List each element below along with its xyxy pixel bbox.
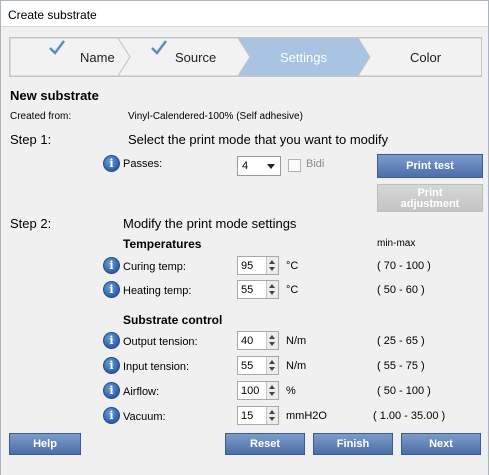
wizard-step-source-label: Source — [175, 50, 217, 65]
step2-label: Step 2: — [10, 216, 52, 231]
input-tension-value: 55 — [241, 360, 254, 372]
output-tension-label: Output tension: — [123, 336, 198, 348]
vacuum-value: 15 — [241, 410, 254, 422]
info-icon[interactable]: i — [103, 357, 120, 374]
wizard-step-settings-label: Settings — [280, 50, 327, 65]
heating-temp-stepper[interactable]: 55 — [237, 280, 279, 299]
wizard-step-name[interactable]: Name — [10, 38, 120, 76]
passes-select-value: 4 — [242, 160, 249, 172]
help-button[interactable]: Help — [9, 433, 81, 455]
input-tension-range: ( 55 - 75 ) — [377, 360, 425, 372]
airflow-range: ( 50 - 100 ) — [377, 385, 431, 397]
reset-button[interactable]: Reset — [225, 433, 305, 455]
window-title: Create substrate — [1, 1, 488, 27]
input-tension-label: Input tension: — [123, 361, 190, 373]
page-title: New substrate — [10, 88, 99, 103]
airflow-value: 100 — [241, 385, 260, 397]
curing-temp-range: ( 70 - 100 ) — [377, 260, 431, 272]
vacuum-label: Vacuum: — [123, 411, 166, 423]
chevron-down-icon — [267, 164, 275, 169]
spin-down-icon[interactable] — [269, 291, 275, 295]
wizard-step-name-label: Name — [80, 50, 115, 65]
created-from-value: Vinyl-Calendered-100% (Self adhesive) — [128, 111, 303, 122]
create-substrate-window: Create substrate Name Source Settings Co… — [0, 0, 489, 475]
spin-up-icon[interactable] — [269, 335, 275, 339]
bidi-checkbox[interactable] — [288, 159, 301, 172]
temperatures-heading: Temperatures — [123, 237, 202, 251]
passes-select[interactable]: 4 — [237, 156, 281, 176]
step1-instruction: Select the print mode that you want to m… — [128, 132, 389, 147]
spin-up-icon[interactable] — [269, 410, 275, 414]
substrate-control-heading: Substrate control — [123, 313, 223, 327]
spin-up-icon[interactable] — [269, 260, 275, 264]
curing-temp-value: 95 — [241, 260, 254, 272]
heating-temp-value: 55 — [241, 284, 254, 296]
wizard-steps: Name Source Settings Color — [9, 37, 482, 77]
spin-down-icon[interactable] — [269, 417, 275, 421]
heating-temp-range: ( 50 - 60 ) — [377, 284, 425, 296]
output-tension-stepper[interactable]: 40 — [237, 331, 279, 350]
output-tension-range: ( 25 - 65 ) — [377, 335, 425, 347]
checkmark-icon — [49, 40, 65, 55]
airflow-unit: % — [286, 385, 296, 397]
spin-up-icon[interactable] — [269, 360, 275, 364]
created-from-label: Created from: — [10, 111, 72, 122]
info-icon[interactable]: i — [103, 155, 120, 172]
input-tension-stepper[interactable]: 55 — [237, 356, 279, 375]
info-icon[interactable]: i — [103, 382, 120, 399]
wizard-step-color[interactable]: Color — [370, 38, 480, 76]
wizard-step-settings[interactable]: Settings — [250, 38, 360, 76]
airflow-label: Airflow: — [123, 386, 160, 398]
range-header: min-max — [377, 238, 416, 249]
spin-down-icon[interactable] — [269, 392, 275, 396]
spinner-buttons[interactable] — [266, 257, 278, 274]
print-adjustment-button: Print adjustment — [377, 184, 483, 212]
settings-panel: New substrate Created from: Vinyl-Calend… — [1, 79, 488, 475]
curing-temp-stepper[interactable]: 95 — [237, 256, 279, 275]
wizard-step-source[interactable]: Source — [130, 38, 240, 76]
spin-up-icon[interactable] — [269, 284, 275, 288]
vacuum-unit: mmH2O — [286, 410, 327, 422]
spin-down-icon[interactable] — [269, 267, 275, 271]
heating-temp-unit: °C — [286, 284, 299, 296]
spin-up-icon[interactable] — [269, 385, 275, 389]
info-icon[interactable]: i — [103, 407, 120, 424]
info-icon[interactable]: i — [103, 332, 120, 349]
airflow-stepper[interactable]: 100 — [237, 381, 279, 400]
print-test-button[interactable]: Print test — [377, 154, 483, 178]
spinner-buttons[interactable] — [266, 281, 278, 298]
next-button[interactable]: Next — [401, 433, 481, 455]
spinner-buttons[interactable] — [266, 407, 278, 424]
wizard-step-color-label: Color — [410, 50, 442, 65]
heating-temp-label: Heating temp: — [123, 285, 192, 297]
curing-temp-unit: °C — [286, 260, 299, 272]
print-adjustment-label-line2: adjustment — [400, 198, 460, 210]
spin-down-icon[interactable] — [269, 367, 275, 371]
step1-label: Step 1: — [10, 132, 52, 147]
curing-temp-label: Curing temp: — [123, 261, 186, 273]
checkmark-icon — [151, 40, 167, 55]
info-icon[interactable]: i — [103, 281, 120, 298]
passes-label: Passes: — [123, 158, 163, 170]
vacuum-stepper[interactable]: 15 — [237, 406, 279, 425]
spinner-buttons[interactable] — [266, 357, 278, 374]
spin-down-icon[interactable] — [269, 342, 275, 346]
output-tension-unit: N/m — [286, 335, 307, 347]
info-icon[interactable]: i — [103, 257, 120, 274]
vacuum-range: ( 1.00 - 35.00 ) — [373, 410, 446, 422]
spinner-buttons[interactable] — [266, 332, 278, 349]
finish-button[interactable]: Finish — [313, 433, 393, 455]
bidi-label: Bidi — [306, 158, 325, 170]
input-tension-unit: N/m — [286, 360, 307, 372]
spinner-buttons[interactable] — [266, 382, 278, 399]
step2-instruction: Modify the print mode settings — [123, 216, 297, 231]
output-tension-value: 40 — [241, 335, 254, 347]
